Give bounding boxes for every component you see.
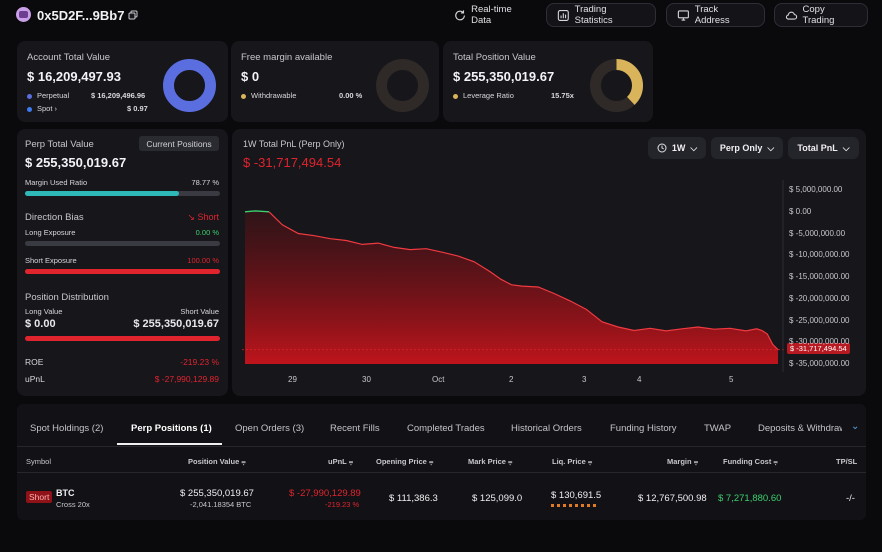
- opening-price-cell: $ 111,386.3: [389, 493, 438, 504]
- tab-funding-history[interactable]: Funding History: [610, 423, 677, 434]
- liq-price-cell: $ 130,691.5: [551, 490, 602, 501]
- pnl-line-positive: [244, 210, 270, 213]
- col-funding-cost[interactable]: Funding Cost ⩦: [723, 457, 778, 467]
- tabs-divider: [17, 446, 866, 447]
- col-liq-price-label: Liq. Price: [552, 457, 586, 466]
- upnl-cell: $ -27,990,129.89: [289, 488, 361, 499]
- position-size-cell: -2,041.18354 BTC: [190, 500, 252, 509]
- col-mark-price[interactable]: Mark Price ⩦: [468, 457, 512, 467]
- y-tick-label: $ -35,000,000.00: [789, 359, 850, 368]
- y-tick-label: $ -15,000,000.00: [789, 272, 850, 281]
- y-tick-label: $ -5,000,000.00: [789, 228, 846, 238]
- tab-twap[interactable]: TWAP: [704, 423, 731, 434]
- tab-perp-positions[interactable]: Perp Positions (1): [131, 423, 212, 434]
- side-badge: Short: [26, 491, 53, 503]
- upnl-pct-cell: -219.23 %: [325, 500, 360, 509]
- x-tick-label: 3: [582, 375, 587, 384]
- pnl-area-fill: [245, 210, 778, 364]
- y-tick-label: $ -10,000,000.00: [789, 250, 850, 260]
- sort-icon: ⩦: [348, 457, 354, 466]
- sort-icon: ⩦: [693, 457, 699, 466]
- sort-icon: ⩦: [241, 457, 246, 466]
- tab-spot-holdings[interactable]: Spot Holdings (2): [30, 423, 103, 434]
- col-liq-price[interactable]: Liq. Price ⩦: [552, 457, 592, 467]
- col-opening-price-label: Opening Price: [376, 457, 427, 466]
- mark-price-cell: $ 125,099.0: [472, 493, 523, 504]
- x-tick-label: 30: [362, 375, 371, 384]
- sort-icon: ⩦: [428, 457, 434, 466]
- col-symbol: Symbol: [26, 457, 52, 466]
- sort-icon: ⩦: [587, 457, 593, 466]
- chevron-down-icon[interactable]: ⌄: [851, 421, 859, 432]
- x-tick-label: 4: [637, 375, 642, 384]
- col-margin[interactable]: Margin ⩦: [667, 457, 698, 467]
- col-upnl[interactable]: uPnL ⩦: [328, 457, 353, 467]
- y-tick-label: $ -25,000,000.00: [789, 315, 850, 325]
- symbol-coin[interactable]: BTC: [56, 488, 75, 498]
- x-tick-label: 2: [509, 375, 514, 384]
- active-tab-indicator: [117, 443, 222, 445]
- sort-icon: ⩦: [773, 457, 778, 466]
- col-margin-label: Margin: [667, 457, 692, 466]
- position-value-cell: $ 255,350,019.67: [180, 488, 254, 499]
- margin-cell: $ 12,767,500.98: [638, 493, 707, 504]
- col-opening-price[interactable]: Opening Price ⩦: [376, 457, 433, 467]
- tab-open-orders[interactable]: Open Orders (3): [235, 423, 304, 434]
- y-tick-label: $ -30,000,000.00: [789, 337, 850, 347]
- col-funding-cost-label: Funding Cost: [723, 457, 772, 466]
- funding-cost-cell: $ 7,271,880.60: [718, 493, 782, 504]
- col-position-value-label: Position Value: [188, 457, 240, 466]
- x-tick-label: 5: [729, 375, 734, 384]
- tab-recent-fills[interactable]: Recent Fills: [330, 423, 380, 434]
- header-divider: [17, 472, 866, 473]
- tab-completed-trades[interactable]: Completed Trades: [407, 423, 485, 434]
- tab-historical-orders[interactable]: Historical Orders: [511, 423, 582, 434]
- liq-risk-indicator: [551, 504, 599, 507]
- sort-icon: ⩦: [508, 457, 513, 466]
- x-tick-label: Oct: [432, 375, 445, 384]
- y-tick-label: $ -20,000,000.00: [789, 293, 850, 303]
- col-mark-price-label: Mark Price: [468, 457, 506, 466]
- margin-mode: Cross 20x: [56, 500, 90, 509]
- x-tick-label: 29: [288, 375, 297, 384]
- y-tick-label: $ 5,000,000.00: [789, 185, 843, 194]
- y-tick-label: $ 0.00: [789, 206, 812, 216]
- col-upnl-label: uPnL: [328, 457, 347, 466]
- col-tpsl: TP/SL: [836, 457, 858, 466]
- tab-deposits-withdraw[interactable]: Deposits & Withdraw: [758, 423, 842, 434]
- tpsl-cell[interactable]: -/-: [846, 493, 855, 504]
- col-position-value[interactable]: Position Value ⩦: [188, 457, 246, 467]
